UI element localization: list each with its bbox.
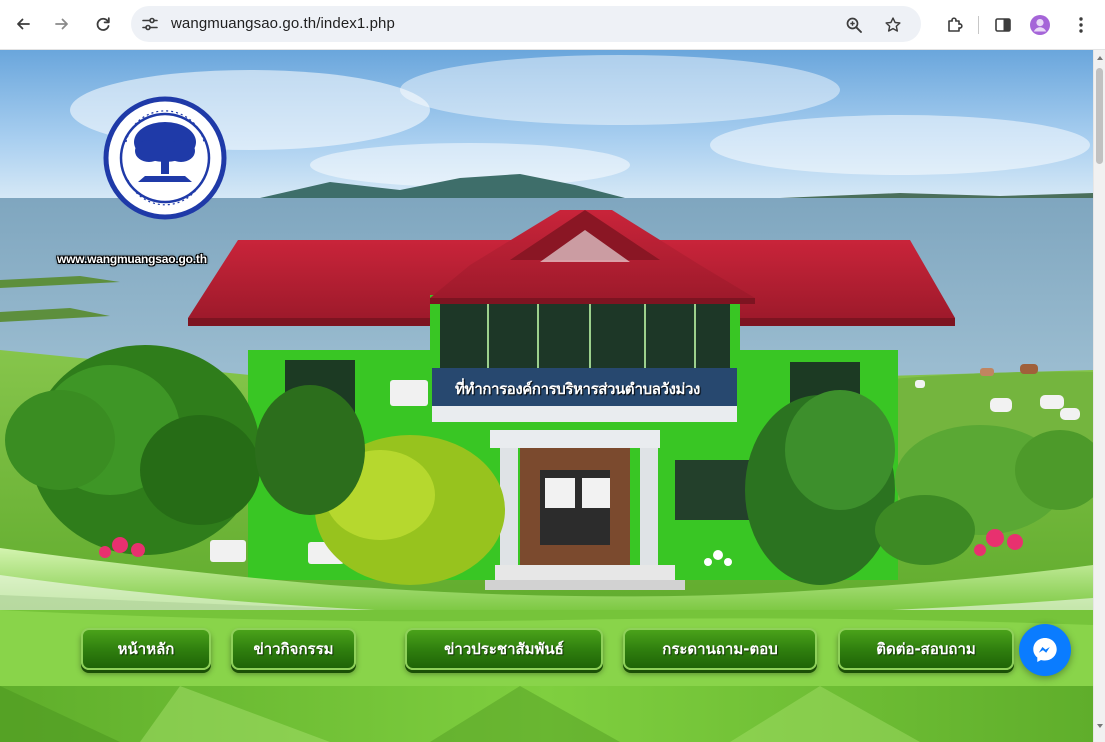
site-logo xyxy=(103,96,227,220)
star-icon xyxy=(885,17,901,32)
menu-activity-news[interactable]: ข่าวกิจกรรม xyxy=(231,628,356,670)
extensions-button[interactable] xyxy=(942,12,968,38)
profile-avatar-icon xyxy=(1030,15,1050,35)
arrow-left-icon xyxy=(17,18,30,30)
page-scrollbar[interactable] xyxy=(1093,50,1105,742)
scroll-down-arrow-icon[interactable] xyxy=(1097,724,1103,728)
page-viewport: www.wangmuangsao.go.th ที่ทำการองค์การบร… xyxy=(0,50,1093,742)
zoom-button[interactable] xyxy=(843,14,865,36)
profile-button[interactable] xyxy=(1027,12,1053,38)
browser-toolbar: wangmuangsao.go.th/index1.php xyxy=(0,0,1105,50)
menu-public-relations[interactable]: ข่าวประชาสัมพันธ์ xyxy=(405,628,603,670)
site-url-label: www.wangmuangsao.go.th xyxy=(57,252,207,266)
toolbar-separator xyxy=(978,16,979,34)
forward-button[interactable] xyxy=(49,11,75,37)
menu-qa-board[interactable]: กระดานถาม-ตอบ xyxy=(623,628,817,670)
reload-icon xyxy=(96,17,110,31)
puzzle-icon xyxy=(948,17,963,32)
building-sign: ที่ทำการองค์การบริหารส่วนตำบลวังม่วง xyxy=(455,380,700,398)
menu-contact[interactable]: ติดต่อ-สอบถาม xyxy=(838,628,1014,670)
messenger-chat-button[interactable] xyxy=(1019,624,1071,676)
url-text[interactable]: wangmuangsao.go.th/index1.php xyxy=(171,15,395,32)
side-panel-button[interactable] xyxy=(990,12,1016,38)
browser-menu-button[interactable] xyxy=(1068,12,1094,38)
bookmark-button[interactable] xyxy=(882,14,904,36)
reload-button[interactable] xyxy=(90,11,116,37)
back-button[interactable] xyxy=(10,11,36,37)
messenger-icon xyxy=(1033,638,1057,662)
menu-home[interactable]: หน้าหลัก xyxy=(81,628,211,670)
zoom-icon xyxy=(846,17,862,33)
arrow-right-icon xyxy=(55,18,68,30)
scrollbar-thumb[interactable] xyxy=(1096,68,1103,164)
tune-icon[interactable] xyxy=(141,15,159,33)
kebab-menu-icon xyxy=(1079,17,1083,33)
address-bar[interactable]: wangmuangsao.go.th/index1.php xyxy=(131,6,921,42)
scroll-up-arrow-icon[interactable] xyxy=(1097,56,1103,60)
side-panel-icon xyxy=(995,18,1011,32)
